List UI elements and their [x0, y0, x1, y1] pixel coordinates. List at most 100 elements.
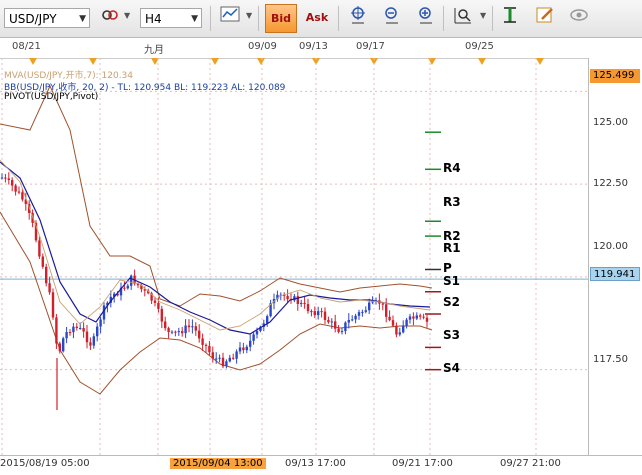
candle-body: [38, 240, 41, 257]
pivot-legend: PIVOT(USD/JPY,Pivot): [4, 92, 99, 102]
link-icon: [102, 10, 118, 20]
candle-body: [164, 321, 167, 329]
bottom-time-axis: 2015/08/19 05:00 2015/09/04 13:00 09/13 …: [0, 455, 642, 475]
candle-body: [51, 292, 55, 318]
pivot-label-p: P: [443, 261, 452, 275]
candle-body: [235, 351, 238, 359]
zoom-out-button[interactable]: [377, 5, 407, 32]
pivot-label-s3: S3: [443, 328, 460, 342]
separator: [210, 6, 211, 31]
top-price-box: 125.499: [590, 69, 640, 83]
candle-body: [11, 179, 14, 186]
candle-body: [0, 177, 4, 179]
link-chart-button[interactable]: [96, 5, 124, 32]
current-price-box: 119.941: [590, 267, 640, 281]
candle-body: [238, 347, 242, 352]
chart-type-icon: [220, 6, 240, 22]
candle-body: [300, 302, 303, 305]
bollinger-upper-line: [0, 84, 433, 307]
candle-body: [21, 192, 24, 200]
candle-body: [225, 361, 228, 367]
candle-body: [68, 332, 72, 334]
candle-body: [99, 319, 102, 327]
candle-body: [126, 285, 129, 289]
bid-button[interactable]: Bid: [265, 4, 297, 33]
candle-body: [187, 325, 191, 328]
edit-icon: [536, 7, 553, 23]
edit-button[interactable]: [530, 5, 560, 32]
symbol-select[interactable]: USD/JPY ▼: [4, 8, 90, 28]
separator: [258, 6, 259, 31]
zoom-area-button[interactable]: [448, 5, 478, 32]
separator: [492, 6, 493, 31]
candle-body: [221, 357, 225, 367]
candle-body: [351, 319, 354, 321]
price-scale[interactable]: 125.00 122.50 120.00 117.50: [588, 58, 642, 455]
candle-body: [266, 316, 269, 324]
timeframe-select[interactable]: H4 ▼: [140, 8, 202, 28]
chevron-down-icon[interactable]: ▼: [480, 11, 486, 20]
crosshair-icon: [351, 6, 365, 24]
price-tick-label: 120.00: [593, 241, 628, 252]
candle-body: [96, 326, 99, 337]
pivot-label-r3: R3: [443, 195, 461, 209]
candle-body: [412, 316, 415, 319]
candle-body: [48, 283, 51, 293]
pivot-label-r1: R1: [443, 241, 461, 255]
candle-body: [408, 316, 412, 320]
candle-body: [174, 331, 177, 333]
zoom-in-icon: [419, 7, 432, 24]
candle-body: [415, 315, 418, 319]
chart-plot-area[interactable]: [0, 58, 588, 455]
candle-body: [4, 177, 7, 179]
candle-body: [245, 346, 248, 351]
price-tick-label: 125.00: [593, 117, 628, 128]
candle-body: [317, 311, 320, 316]
price-tick-label: 122.50: [593, 178, 628, 189]
candle-body: [191, 326, 194, 328]
top-time-axis: 08/21 九月 09/09 09/13 09/17 09/25: [0, 38, 642, 59]
candle-body: [347, 319, 350, 323]
candlestick-chart[interactable]: [0, 58, 588, 455]
candle-body: [45, 266, 48, 284]
bottom-axis-label: 2015/08/19 05:00: [0, 458, 90, 469]
candle-body: [286, 295, 289, 300]
candle-body: [327, 319, 330, 323]
candle-body: [204, 344, 208, 346]
bottom-axis-label: 09/13 17:00: [285, 458, 346, 469]
top-axis-label: 08/21: [12, 41, 41, 52]
candle-body: [184, 325, 187, 334]
candle-body: [82, 327, 85, 332]
ask-button[interactable]: Ask: [301, 4, 333, 33]
candle-body: [17, 191, 21, 193]
candle-body: [201, 338, 204, 345]
magnifier-icon: [454, 8, 471, 24]
candle-body: [242, 347, 245, 351]
candle-body: [249, 340, 252, 347]
chevron-down-icon[interactable]: ▼: [124, 11, 130, 20]
candle-body: [252, 334, 255, 341]
candle-body: [208, 345, 211, 353]
candle-body: [340, 331, 344, 333]
candle-body: [181, 331, 184, 334]
candle-body: [391, 320, 395, 326]
candle-body: [153, 300, 157, 303]
candle-body: [357, 312, 361, 316]
crosshair-button[interactable]: [343, 5, 373, 32]
chevron-down-icon[interactable]: ▼: [246, 11, 252, 20]
view-button[interactable]: [564, 5, 594, 32]
candle-body: [14, 185, 17, 192]
chevron-down-icon: ▼: [79, 14, 86, 24]
indicator-icon: [504, 7, 516, 23]
bottom-axis-label: 09/21 17:00: [392, 458, 453, 469]
candle-body: [344, 322, 347, 332]
pivot-label-r4: R4: [443, 161, 461, 175]
chart-type-button[interactable]: [215, 5, 245, 32]
candle-body: [306, 304, 310, 312]
indicator-button[interactable]: [495, 5, 525, 32]
candle-body: [130, 275, 133, 286]
candle-body: [215, 358, 218, 360]
candle-body: [7, 178, 10, 180]
zoom-in-button[interactable]: [411, 5, 441, 32]
candle-body: [323, 311, 327, 320]
